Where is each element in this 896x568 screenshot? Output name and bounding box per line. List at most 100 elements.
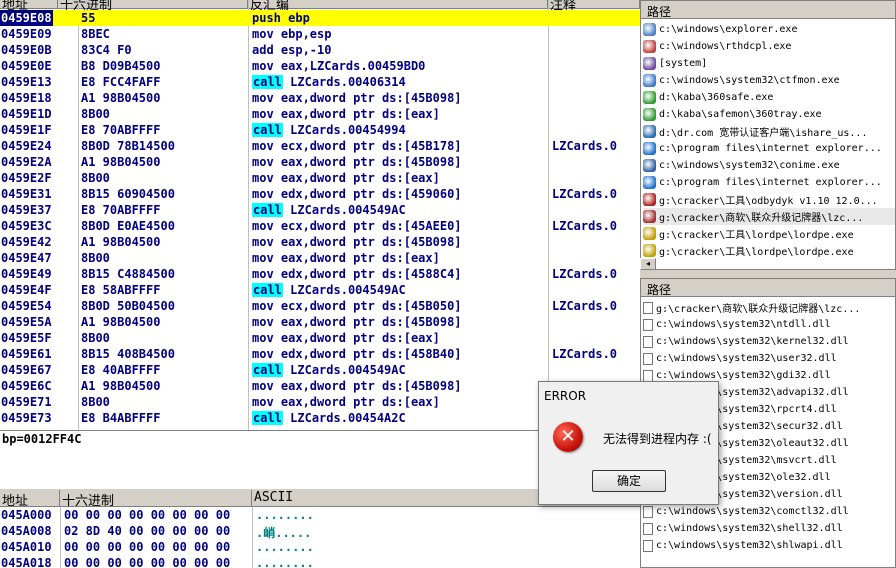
disasm-row[interactable]: 0459E54 8B0D 50B04500 mov ecx,dword ptr ds… [0, 298, 640, 314]
disasm-row[interactable]: 0459E49 8B15 C4884500 mov edx,dword ptr ds… [0, 266, 640, 282]
process-item[interactable]: g:\cracker\商软\联众升级记牌器\lzc... [643, 208, 895, 225]
disasm-row[interactable]: 0459E42 A1 98B04500 mov eax,dword ptr ds:[… [0, 234, 640, 250]
row-address: 0459E67 [1, 363, 52, 377]
module-item[interactable]: g:\cracker\商软\联众升级记牌器\lzc... [643, 299, 895, 316]
row-hex: A1 98B04500 [81, 379, 161, 393]
row-hex: 8B0D E0AE4500 [81, 219, 175, 233]
row-disasm: mov eax,dword ptr ds:[eax] [252, 395, 440, 409]
row-comment: LZCards.0 [552, 139, 618, 153]
module-list-header[interactable]: 路径 [641, 279, 895, 297]
col-comment-header[interactable]: 注释 [548, 0, 640, 13]
debugger-icon [643, 193, 656, 206]
disasm-row[interactable]: 0459E0E B8 D09B4500 mov eax,LZCards.00459B… [0, 58, 640, 74]
row-disasm: mov eax,LZCards.00459BD0 [252, 59, 426, 73]
disasm-row[interactable]: 0459E3C 8B0D E0AE4500 mov ecx,dword ptr ds… [0, 218, 640, 234]
row-address: 0459E09 [1, 27, 52, 41]
conime-icon [643, 159, 656, 172]
process-item[interactable]: c:\windows\system32\ctfmon.exe [643, 72, 895, 89]
process-list-header[interactable]: 路径 [641, 1, 895, 19]
module-item[interactable]: c:\windows\system32\kernel32.dll [643, 333, 895, 350]
process-path: [system] [659, 58, 708, 69]
row-address: 0459E73 [1, 411, 52, 425]
process-item[interactable]: [system] [643, 55, 895, 72]
disasm-row[interactable]: 0459E1D 8B00 mov eax,dword ptr ds:[eax] [0, 106, 640, 122]
dump-ascii: ........ [256, 556, 314, 568]
error-dialog: ERROR ✕ 无法得到进程内存 :( 确定 [538, 381, 719, 505]
ie-icon [643, 176, 656, 189]
process-item[interactable]: d:\kaba\360safe.exe [643, 89, 895, 106]
lzcards-icon [643, 210, 656, 223]
row-comment: LZCards.0 [552, 187, 618, 201]
row-address: 0459E37 [1, 203, 52, 217]
row-disasm: call LZCards.00454A2C [252, 411, 406, 425]
row-disasm: mov eax,dword ptr ds:[eax] [252, 171, 440, 185]
call-keyword: call [252, 411, 283, 425]
disasm-row[interactable]: 0459E09 8BEC mov ebp,esp [0, 26, 640, 42]
process-item[interactable]: g:\cracker\工具\lordpe\lordpe.exe [643, 225, 895, 242]
process-path: c:\windows\explorer.exe [659, 24, 798, 35]
col-hex-header[interactable]: 十六进制 [58, 0, 248, 13]
disasm-row[interactable]: 0459E5F 8B00 mov eax,dword ptr ds:[eax] [0, 330, 640, 346]
disasm-row[interactable]: 0459E37 E8 70ABFFFF call LZCards.004549AC [0, 202, 640, 218]
col-address-header[interactable]: 地址 [0, 0, 58, 13]
disasm-row[interactable]: 0459E08 55 push ebp [0, 10, 640, 26]
row-comment: LZCards.0 [552, 347, 618, 361]
module-item[interactable]: c:\windows\system32\ntdll.dll [643, 316, 895, 333]
row-disasm: call LZCards.004549AC [252, 363, 406, 377]
disasm-row[interactable]: 0459E0B 83C4 F0 add esp,-10 [0, 42, 640, 58]
disasm-row[interactable]: 0459E1F E8 70ABFFFF call LZCards.00454994 [0, 122, 640, 138]
disasm-row[interactable]: 0459E67 E8 40ABFFFF call LZCards.004549AC [0, 362, 640, 378]
module-item[interactable]: c:\windows\system32\shell32.dll [643, 520, 895, 537]
col-disasm-header[interactable]: 反汇编 [248, 0, 548, 13]
row-hex: 8B00 [81, 171, 110, 185]
process-item[interactable]: c:\windows\explorer.exe [643, 21, 895, 38]
file-icon [643, 539, 653, 552]
360safe-icon [643, 91, 656, 104]
file-icon [643, 352, 653, 365]
process-item[interactable]: c:\program files\internet explorer... [643, 140, 895, 157]
disasm-row[interactable]: 0459E31 8B15 60904500 mov edx,dword ptr ds… [0, 186, 640, 202]
disasm-row[interactable]: 0459E5A A1 98B04500 mov eax,dword ptr ds:[… [0, 314, 640, 330]
disasm-row[interactable]: 0459E24 8B0D 78B14500 mov ecx,dword ptr ds… [0, 138, 640, 154]
process-item[interactable]: d:\dr.com 宽带认证客户端\ishare_us... [643, 123, 895, 140]
module-item[interactable]: c:\windows\system32\comctl32.dll [643, 503, 895, 520]
scroll-left-button[interactable]: ◂ [640, 258, 656, 270]
module-item[interactable]: c:\windows\system32\shlwapi.dll [643, 537, 895, 554]
row-disasm: mov eax,dword ptr ds:[45B098] [252, 315, 462, 329]
dump-row[interactable]: 045A008 02 8D 40 00 00 00 00 00 .峭..... [0, 524, 640, 540]
row-hex: E8 B4ABFFFF [81, 411, 161, 425]
process-item[interactable]: c:\program files\internet explorer... [643, 174, 895, 191]
row-disasm: mov ecx,dword ptr ds:[45B050] [252, 299, 462, 313]
disasm-row[interactable]: 0459E2F 8B00 mov eax,dword ptr ds:[eax] [0, 170, 640, 186]
disasm-row[interactable]: 0459E61 8B15 408B4500 mov edx,dword ptr ds… [0, 346, 640, 362]
process-path: d:\kaba\safemon\360tray.exe [659, 109, 822, 120]
disasm-row[interactable]: 0459E2A A1 98B04500 mov eax,dword ptr ds:[… [0, 154, 640, 170]
process-path: d:\kaba\360safe.exe [659, 92, 774, 103]
row-address: 0459E54 [1, 299, 52, 313]
file-icon [643, 522, 653, 535]
dump-pane: 045A000 00 00 00 00 00 00 00 00........ 04… [0, 507, 640, 568]
row-hex: 8B0D 50B04500 [81, 299, 175, 313]
process-item[interactable]: d:\kaba\safemon\360tray.exe [643, 106, 895, 123]
module-item[interactable]: c:\windows\system32\user32.dll [643, 350, 895, 367]
row-comment: LZCards.0 [552, 219, 618, 233]
ctfmon-icon [643, 74, 656, 87]
disasm-row[interactable]: 0459E18 A1 98B04500 mov eax,dword ptr ds:[… [0, 90, 640, 106]
disasm-row[interactable]: 0459E47 8B00 mov eax,dword ptr ds:[eax] [0, 250, 640, 266]
dump-row[interactable]: 045A000 00 00 00 00 00 00 00 00........ [0, 508, 640, 524]
dump-row[interactable]: 045A018 00 00 00 00 00 00 00 00........ [0, 556, 640, 568]
process-item[interactable]: g:\cracker\工具\odbydyk v1.10 12.0... [643, 191, 895, 208]
disasm-row[interactable]: 0459E13 E8 FCC4FAFF call LZCards.00406314 [0, 74, 640, 90]
disasm-row[interactable]: 0459E4F E8 58ABFFFF call LZCards.004549AC [0, 282, 640, 298]
process-item[interactable]: g:\cracker\工具\lordpe\lordpe.exe [643, 242, 895, 259]
ok-button[interactable]: 确定 [592, 470, 666, 492]
globe-icon [643, 125, 656, 138]
process-item[interactable]: c:\windows\rthdcpl.exe [643, 38, 895, 55]
dump-row[interactable]: 045A010 00 00 00 00 00 00 00 00........ [0, 540, 640, 556]
dump-col-hex-header[interactable]: 十六进制 [60, 490, 252, 509]
dump-col-address-header[interactable]: 地址 [0, 490, 60, 509]
file-icon [643, 301, 653, 314]
process-path: g:\cracker\工具\lordpe\lordpe.exe [659, 230, 854, 241]
process-item[interactable]: c:\windows\system32\conime.exe [643, 157, 895, 174]
module-path: c:\windows\system32\shlwapi.dll [656, 540, 843, 551]
